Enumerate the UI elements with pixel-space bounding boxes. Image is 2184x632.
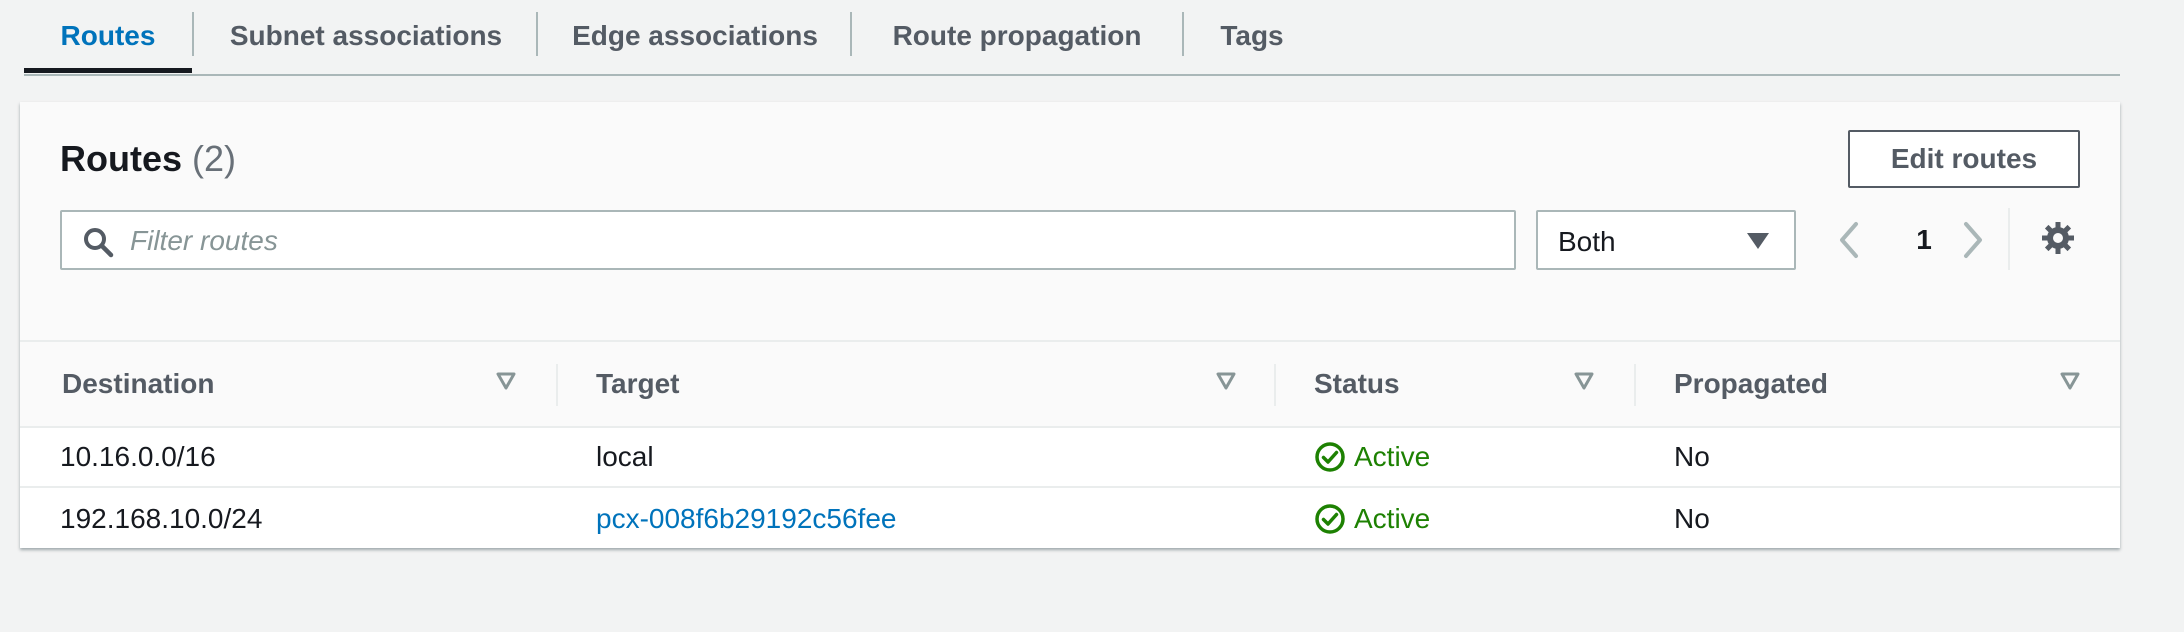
table-row: 192.168.10.0/24 pcx-008f6b29192c56fee Ac… [20,490,2120,548]
cell-target: local [596,441,654,472]
sort-triangle-icon[interactable] [1574,372,1594,395]
column-divider [1274,364,1276,406]
current-page-number[interactable]: 1 [1900,220,1948,260]
route-type-select[interactable]: Both [1536,210,1796,270]
tab-routes[interactable]: Routes [24,0,192,72]
tab-route-propagation[interactable]: Route propagation [852,0,1182,72]
active-tab-indicator [24,68,192,73]
filter-routes-input[interactable] [128,220,1492,262]
cell-propagated: No [1674,441,1710,472]
sort-triangle-icon[interactable] [2060,372,2080,395]
column-header-status[interactable]: Status [1314,342,1400,426]
column-header-propagated[interactable]: Propagated [1674,342,1828,426]
tab-subnet-associations[interactable]: Subnet associations [194,0,538,72]
column-header-target[interactable]: Target [596,342,680,426]
table-header: Destination Target Status Propagated [20,342,2120,428]
status-text: Active [1354,441,1431,472]
tab-tags[interactable]: Tags [1184,0,1320,72]
panel-title: Routes (2) [60,138,236,180]
panel-title-text: Routes [60,138,183,179]
check-circle-icon [1315,504,1345,534]
filter-routes-field[interactable] [60,210,1516,270]
sort-triangle-icon[interactable] [496,372,516,395]
check-circle-icon [1315,442,1345,472]
chevron-right-icon[interactable] [1962,220,1984,265]
column-divider [556,364,558,406]
chevron-left-icon[interactable] [1838,220,1860,265]
status-text: Active [1354,503,1431,534]
column-header-destination[interactable]: Destination [62,342,214,426]
caret-down-icon [1746,232,1770,255]
cell-destination: 192.168.10.0/24 [60,503,263,534]
sort-triangle-icon[interactable] [1216,372,1236,395]
search-icon [82,226,114,263]
tab-edge-associations[interactable]: Edge associations [538,0,852,72]
pagination-divider [2008,208,2010,270]
table-row: 10.16.0.0/16 local Active No [20,428,2120,488]
tab-bar: Routes Subnet associations Edge associat… [24,0,2120,76]
gear-icon[interactable] [2038,218,2078,263]
cell-status: Active [1314,490,1430,548]
cell-propagated: No [1674,503,1710,534]
route-type-select-value: Both [1558,226,1616,257]
panel-header: Routes (2) Edit routes Both 1 [20,102,2120,342]
cell-target-link[interactable]: pcx-008f6b29192c56fee [596,490,896,548]
column-divider [1634,364,1636,406]
cell-status: Active [1314,428,1430,486]
route-count: (2) [192,138,237,179]
edit-routes-button[interactable]: Edit routes [1848,130,2080,188]
cell-destination: 10.16.0.0/16 [60,441,216,472]
routes-panel: Routes (2) Edit routes Both 1 [20,102,2120,548]
